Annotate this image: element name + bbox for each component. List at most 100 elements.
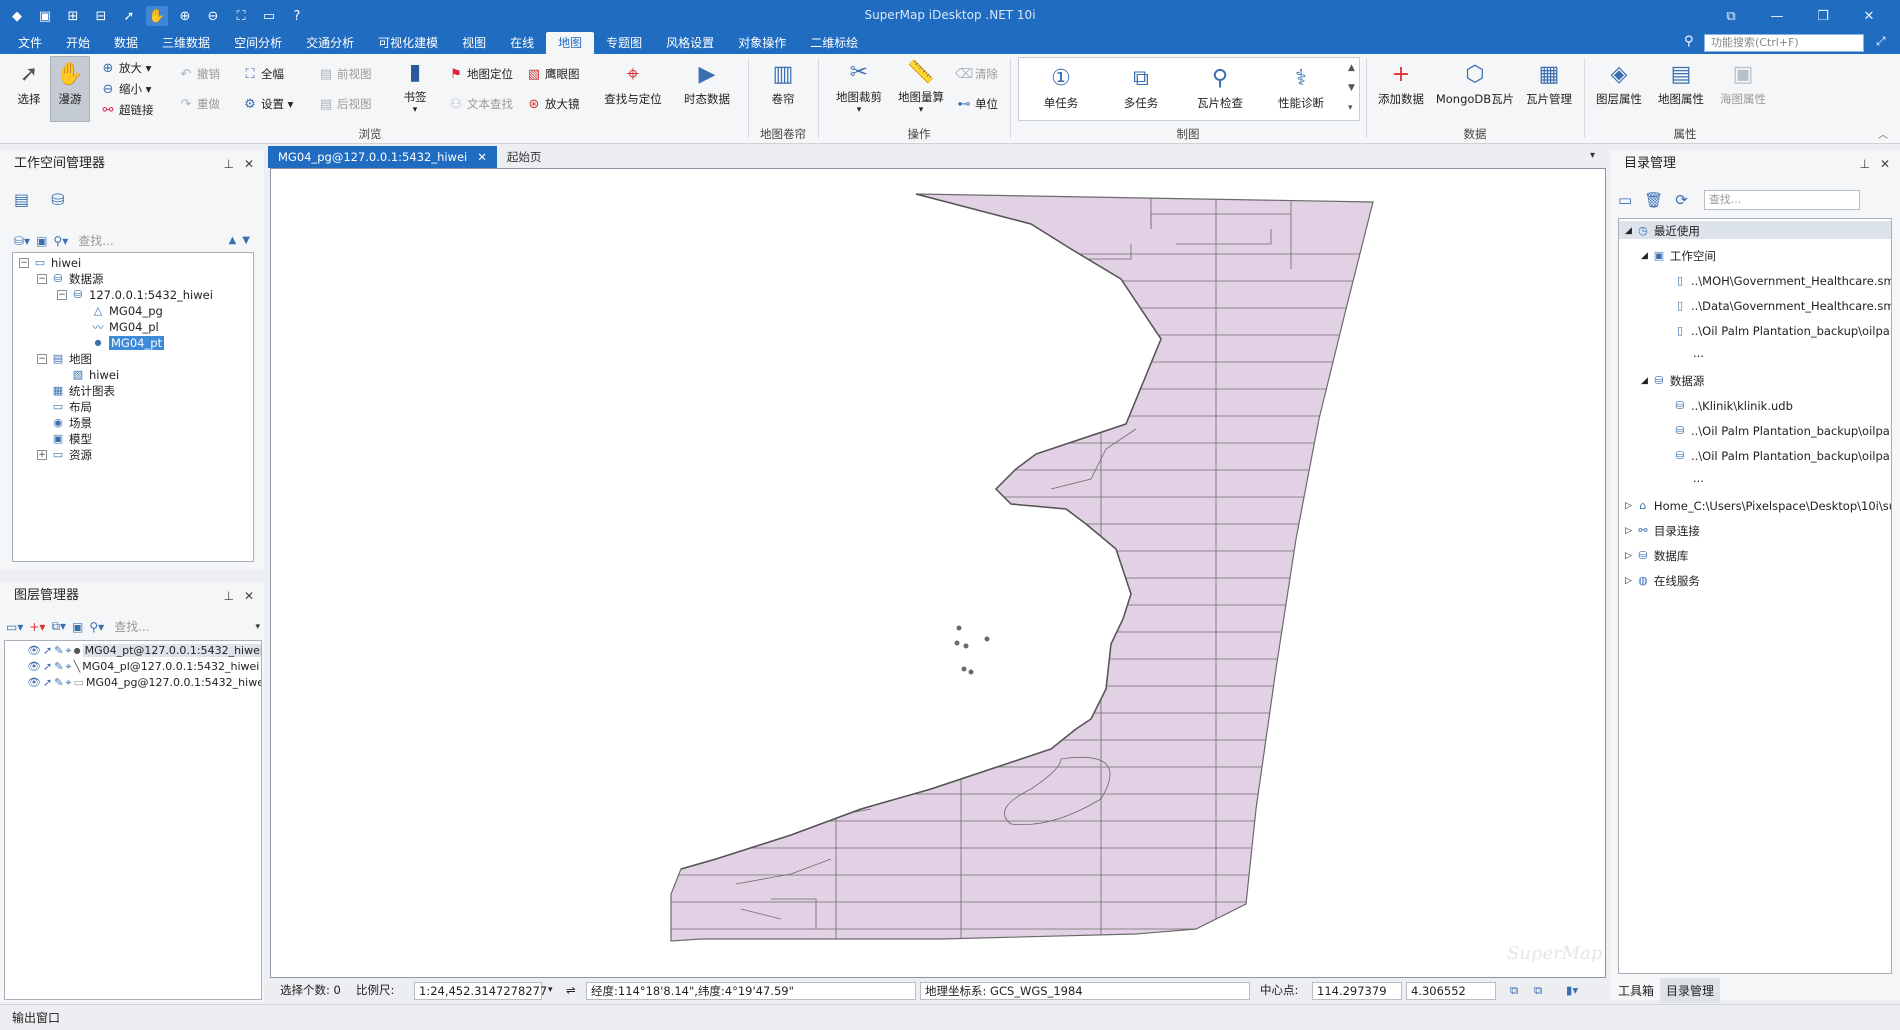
prev-view-button[interactable]: ▤ 前视图 xyxy=(318,66,372,82)
layer-props-button[interactable]: ◈ 图层属性 xyxy=(1592,60,1646,107)
point-feature[interactable] xyxy=(963,643,969,649)
close-icon[interactable]: ✕ xyxy=(1846,5,1892,27)
function-search-input[interactable]: 功能搜索(Ctrl+F) xyxy=(1704,34,1864,52)
delete-icon[interactable]: 🗑 xyxy=(1644,191,1663,209)
map-clip-button[interactable]: ✂ 地图裁剪 ▾ xyxy=(832,58,886,116)
tree-node-dataset-pt[interactable]: ● MG04_pt xyxy=(91,335,165,350)
close-icon[interactable]: ✕ xyxy=(244,582,254,610)
menu-item[interactable]: 在线 xyxy=(498,32,546,54)
zoom-out-button[interactable]: ⊖ 缩小 ▾ xyxy=(100,81,152,97)
tab-toolbox[interactable]: 工具箱 xyxy=(1612,978,1660,1003)
chart-props-button[interactable]: ▣ 海图属性 xyxy=(1716,60,1770,107)
tree-node-dataset-pg[interactable]: △ MG04_pg xyxy=(91,303,163,318)
visible-eye-icon[interactable]: 👁 xyxy=(27,644,41,657)
layer-props-icon[interactable]: ▣ xyxy=(72,620,83,634)
selectable-icon[interactable]: ➚ xyxy=(43,676,52,689)
tree-node-workspace[interactable]: − ▭ hiwei xyxy=(19,255,81,270)
mongodb-tile-button[interactable]: ⬡ MongoDB瓦片 xyxy=(1436,60,1514,107)
add-data-button[interactable]: + 添加数据 xyxy=(1374,60,1428,107)
tree-node-maps[interactable]: − ▤ 地图 xyxy=(37,351,92,366)
tree-node-layouts[interactable]: ▭ 布局 xyxy=(51,399,92,414)
menu-item[interactable]: 专题图 xyxy=(594,32,654,54)
editable-icon[interactable]: ✎ xyxy=(54,660,63,673)
settings-button[interactable]: ⚙ 设置 ▾ xyxy=(242,96,293,112)
open-file-icon[interactable]: ▣ xyxy=(36,234,47,248)
add-layer-icon[interactable]: +▾ xyxy=(29,620,45,634)
map-props-button[interactable]: ▤ 地图属性 xyxy=(1654,60,1708,107)
map-locate-button[interactable]: ⚑ 地图定位 xyxy=(448,66,513,82)
swap-icon[interactable]: ⇌ xyxy=(562,982,580,1000)
menu-item[interactable]: 三维数据 xyxy=(150,32,222,54)
workspace-tree-icon[interactable]: ▤ xyxy=(14,190,29,209)
tree-node-map-hiwei[interactable]: ▧ hiwei xyxy=(71,367,119,382)
text-find-button[interactable]: ⚇ 文本查找 xyxy=(448,96,513,112)
dropdown-icon[interactable]: ▾ xyxy=(255,622,260,632)
undo-button[interactable]: ↶ 撤销 xyxy=(178,66,220,82)
menu-item[interactable]: 空间分析 xyxy=(222,32,294,54)
unit-button[interactable]: ⊷ 单位 xyxy=(956,96,999,112)
point-feature[interactable] xyxy=(954,640,960,646)
map-bookmark-icon[interactable]: ▮▾ xyxy=(1562,982,1582,1000)
perf-diag-button[interactable]: ⚕ 性能诊断 xyxy=(1272,64,1330,111)
crs-readout[interactable]: 地理坐标系: GCS_WGS_1984 xyxy=(920,982,1250,1000)
tab-start-page[interactable]: 起始页 xyxy=(497,146,552,168)
catalog-datasource-item[interactable]: ⛁ ..\Oil Palm Plantation_backup\oilpal... xyxy=(1673,423,1891,438)
visible-eye-icon[interactable]: 👁 xyxy=(27,660,41,673)
full-extent-button[interactable]: ⛶ 全幅 xyxy=(242,66,284,82)
tree-node-resources[interactable]: + ▭ 资源 xyxy=(37,447,92,462)
minimize-icon[interactable]: — xyxy=(1754,5,1800,27)
point-feature[interactable] xyxy=(956,625,962,631)
select-button[interactable]: ➚ 选择 xyxy=(12,60,46,107)
menu-item[interactable]: 数据 xyxy=(102,32,150,54)
catalog-datasource-item[interactable]: ⛁ ..\Oil Palm Plantation_backup\oilpal... xyxy=(1673,448,1891,463)
menu-item[interactable]: 可视化建模 xyxy=(366,32,450,54)
tile-check-button[interactable]: ⚲ 瓦片检查 xyxy=(1192,64,1248,111)
output-window-bar[interactable]: 输出窗口 xyxy=(0,1004,1900,1030)
redo-button[interactable]: ↷ 重做 xyxy=(178,96,220,112)
maximize-icon[interactable]: ❐ xyxy=(1800,5,1846,27)
copy-icon[interactable]: ⧉ xyxy=(1506,982,1522,1000)
menu-item[interactable]: 对象操作 xyxy=(726,32,798,54)
selectable-icon[interactable]: ➚ xyxy=(43,644,52,657)
eagle-eye-button[interactable]: ▧ 鹰眼图 xyxy=(526,66,580,82)
hyperlink-button[interactable]: ⚯ 超链接 xyxy=(100,102,154,118)
layer-row[interactable]: 👁 ➚ ✎ ⌖ ● MG04_pt@127.0.0.1:5432_hiwei xyxy=(27,643,261,658)
pin-icon[interactable]: ⊥ xyxy=(223,582,233,610)
tab-list-dropdown-icon[interactable]: ▾ xyxy=(1590,150,1595,161)
open-datasource-icon[interactable]: ⛁▾ xyxy=(14,234,30,248)
pin-icon[interactable]: ⊥ xyxy=(1859,150,1869,178)
catalog-datasource-item[interactable]: ⛁ ..\Klinik\klinik.udb xyxy=(1673,398,1792,413)
close-icon[interactable]: ✕ xyxy=(1880,150,1890,178)
restore-icon[interactable]: ⧉ xyxy=(1708,5,1754,27)
catalog-workspace-item[interactable]: ▯ ..\MOH\Government_Healthcare.smwu xyxy=(1673,273,1891,288)
catalog-more[interactable]: ... xyxy=(1693,345,1704,360)
editable-icon[interactable]: ✎ xyxy=(54,676,63,689)
layer-group-icon[interactable]: ⧉▾ xyxy=(51,619,66,634)
single-task-button[interactable]: ① 单任务 xyxy=(1036,64,1086,111)
magnifier-button[interactable]: ⊛ 放大镜 xyxy=(526,96,580,112)
workspace-search-input[interactable]: 查找... xyxy=(78,232,113,249)
editable-icon[interactable]: ✎ xyxy=(54,644,63,657)
catalog-workspace-item[interactable]: ▯ ..\Data\Government_Healthcare.smwu xyxy=(1673,298,1891,313)
dynamic-data-button[interactable]: ▶ 时态数据 xyxy=(680,60,734,107)
tab-catalog[interactable]: 目录管理 xyxy=(1660,978,1721,1003)
tree-node-models[interactable]: ▣ 模型 xyxy=(51,431,92,446)
menu-item[interactable]: 文件 xyxy=(6,32,54,54)
gallery-scroll[interactable]: ▲ ▼ ▾ xyxy=(1348,58,1355,118)
search-icon[interactable]: ⚲▾ xyxy=(53,234,68,248)
layer-style-icon[interactable]: ▭▾ xyxy=(6,620,23,634)
center-y-input[interactable]: 4.306552 xyxy=(1406,982,1496,1000)
search-icon[interactable]: ⚲▾ xyxy=(89,620,104,634)
map-window[interactable]: SuperMap xyxy=(270,168,1606,978)
point-feature[interactable] xyxy=(968,669,974,675)
tree-node-datasources[interactable]: − ⛁ 数据源 xyxy=(37,271,104,286)
snap-icon[interactable]: ⌖ xyxy=(65,660,71,674)
close-icon[interactable]: ✕ xyxy=(477,146,487,168)
layer-search-input[interactable]: 查找... xyxy=(114,618,149,635)
clear-button[interactable]: ⌫ 清除 xyxy=(955,66,998,82)
catalog-node-dir-links[interactable]: ▷ ⚯ 目录连接 xyxy=(1625,523,1700,538)
roller-button[interactable]: ▥ 卷帘 xyxy=(760,60,806,107)
new-folder-icon[interactable]: ▭ xyxy=(1618,191,1632,209)
tree-node-scenes[interactable]: ◉ 场景 xyxy=(51,415,92,430)
point-feature[interactable] xyxy=(984,636,990,642)
